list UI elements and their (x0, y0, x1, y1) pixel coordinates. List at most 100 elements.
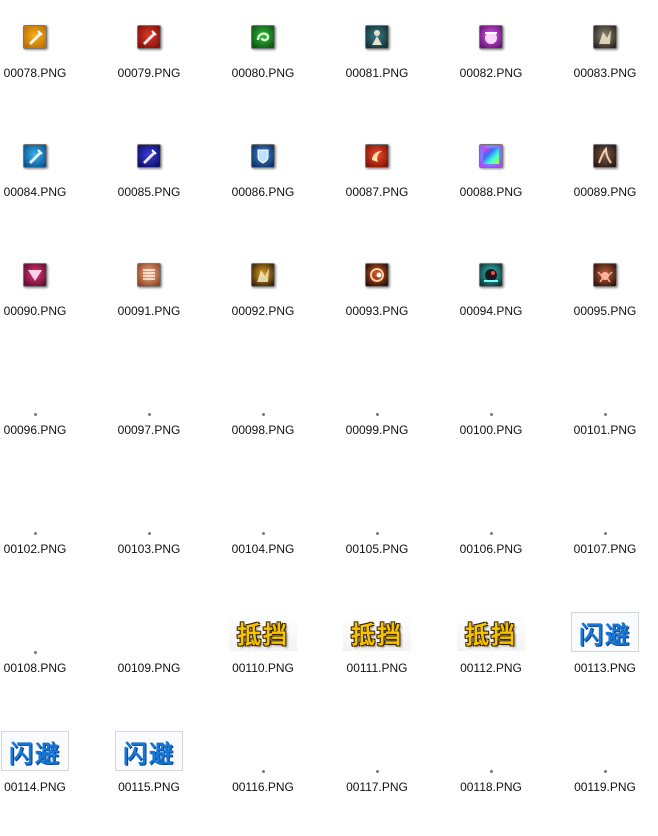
file-item[interactable]: 00096.PNG (0, 369, 85, 479)
figure-icon (365, 25, 389, 49)
file-name: 00112.PNG (460, 661, 522, 675)
file-name: 00092.PNG (231, 304, 295, 318)
vortex-icon (365, 263, 389, 287)
file-item[interactable]: 00081.PNG (327, 12, 427, 122)
file-item[interactable]: 00101.PNG (555, 369, 655, 479)
file-item[interactable]: 00118.PNG (441, 726, 541, 836)
file-name: 00095.PNG (573, 304, 637, 318)
file-name: 00097.PNG (117, 423, 181, 437)
file-item[interactable]: 00086.PNG (213, 131, 313, 241)
file-name: 00111.PNG (346, 661, 408, 675)
file-name: 00099.PNG (345, 423, 409, 437)
file-thumbnail (99, 607, 199, 657)
file-item[interactable]: 00087.PNG (327, 131, 427, 241)
file-item[interactable]: 00100.PNG (441, 369, 541, 479)
dodge-text-banner: 闪避 (115, 731, 183, 771)
file-name: 00106.PNG (459, 542, 523, 556)
file-thumbnail (441, 369, 541, 419)
file-item[interactable]: 00090.PNG (0, 250, 85, 360)
file-item[interactable]: 00116.PNG (213, 726, 313, 836)
file-item[interactable]: 00119.PNG (555, 726, 655, 836)
file-item[interactable]: 00092.PNG (213, 250, 313, 360)
heart-icon (23, 263, 47, 287)
file-thumbnail (441, 131, 541, 181)
tiny-preview-dot (147, 413, 151, 416)
tiny-preview-dot (489, 532, 493, 535)
tiny-preview-dot (261, 532, 265, 535)
file-item[interactable]: 抵挡 00112.PNG (441, 607, 541, 717)
file-thumbnail (213, 131, 313, 181)
file-item[interactable]: 00108.PNG (0, 607, 85, 717)
file-item[interactable]: 闪避 00114.PNG (0, 726, 85, 836)
file-item[interactable]: 抵挡 00110.PNG (213, 607, 313, 717)
file-thumbnail (555, 488, 655, 538)
file-thumbnail (213, 250, 313, 300)
file-name: 00116.PNG (232, 780, 294, 794)
file-thumbnail (555, 726, 655, 776)
file-name: 00119.PNG (574, 780, 636, 794)
file-thumbnail: 抵挡 (327, 607, 427, 657)
block-text-banner: 抵挡 (457, 613, 525, 651)
file-thumbnail: 闪避 (555, 607, 655, 657)
file-item[interactable]: 00097.PNG (99, 369, 199, 479)
warrior-icon (593, 25, 617, 49)
file-item[interactable]: 00083.PNG (555, 12, 655, 122)
file-thumbnail: 闪避 (99, 726, 199, 776)
file-thumbnail: 抵挡 (213, 607, 313, 657)
file-thumbnail (327, 369, 427, 419)
file-thumbnail (99, 369, 199, 419)
file-item[interactable]: 闪避 00113.PNG (555, 607, 655, 717)
file-item[interactable]: 00089.PNG (555, 131, 655, 241)
file-name: 00093.PNG (345, 304, 409, 318)
file-item[interactable]: 00106.PNG (441, 488, 541, 598)
file-thumbnail (327, 131, 427, 181)
file-item[interactable]: 00078.PNG (0, 12, 85, 122)
tiny-preview-dot (489, 413, 493, 416)
file-item[interactable]: 00099.PNG (327, 369, 427, 479)
file-item[interactable]: 00094.PNG (441, 250, 541, 360)
file-item[interactable]: 00102.PNG (0, 488, 85, 598)
block-text-banner: 抵挡 (229, 613, 297, 651)
file-name: 00089.PNG (573, 185, 637, 199)
file-item[interactable]: 00080.PNG (213, 12, 313, 122)
tiny-preview-dot (489, 770, 493, 773)
tiny-preview-dot (33, 532, 37, 535)
file-item[interactable]: 00091.PNG (99, 250, 199, 360)
file-name: 00094.PNG (459, 304, 523, 318)
file-item[interactable]: 00105.PNG (327, 488, 427, 598)
file-item[interactable]: 00082.PNG (441, 12, 541, 122)
file-item[interactable]: 闪避 00115.PNG (99, 726, 199, 836)
file-thumbnail (555, 250, 655, 300)
file-thumbnail (327, 488, 427, 538)
glow-icon (479, 25, 503, 49)
file-item[interactable]: 00098.PNG (213, 369, 313, 479)
file-item[interactable]: 00104.PNG (213, 488, 313, 598)
file-item[interactable]: 00079.PNG (99, 12, 199, 122)
file-item[interactable]: 00085.PNG (99, 131, 199, 241)
tiny-preview-dot (261, 413, 265, 416)
file-thumbnail (555, 131, 655, 181)
file-item[interactable]: 00109.PNG (99, 607, 199, 717)
file-name: 00110.PNG (232, 661, 294, 675)
file-thumbnail (99, 250, 199, 300)
file-name: 00098.PNG (231, 423, 295, 437)
file-item[interactable]: 00103.PNG (99, 488, 199, 598)
stripes-icon (137, 263, 161, 287)
file-name: 00086.PNG (231, 185, 295, 199)
file-item[interactable]: 00093.PNG (327, 250, 427, 360)
file-item[interactable]: 00117.PNG (327, 726, 427, 836)
file-name: 00090.PNG (3, 304, 67, 318)
file-thumbnail (555, 12, 655, 62)
tiny-preview-dot (375, 532, 379, 535)
file-item[interactable]: 00095.PNG (555, 250, 655, 360)
file-item[interactable]: 00088.PNG (441, 131, 541, 241)
file-thumbnail (0, 488, 85, 538)
file-name: 00100.PNG (459, 423, 523, 437)
file-thumbnail (0, 369, 85, 419)
file-name: 00081.PNG (345, 66, 409, 80)
file-thumbnail (327, 12, 427, 62)
file-name: 00084.PNG (3, 185, 67, 199)
file-item[interactable]: 00107.PNG (555, 488, 655, 598)
file-item[interactable]: 抵挡 00111.PNG (327, 607, 427, 717)
file-item[interactable]: 00084.PNG (0, 131, 85, 241)
